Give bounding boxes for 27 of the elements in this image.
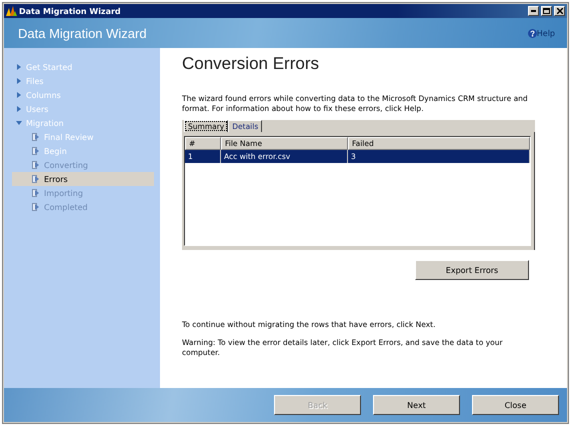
app-logo-icon: [6, 6, 17, 16]
collapse-arrow-icon: [16, 92, 22, 98]
help-link[interactable]: Help: [536, 28, 555, 38]
minimize-icon: [531, 10, 536, 12]
wizard-title: Data Migration Wizard: [18, 26, 148, 40]
maximize-icon: [543, 8, 550, 14]
close-button[interactable]: [554, 6, 565, 16]
help-icon: [528, 28, 537, 38]
wizard-button[interactable]: Next: [373, 395, 460, 415]
maximize-button[interactable]: [541, 6, 552, 16]
collapse-arrow-icon: [16, 64, 22, 70]
step-icon: [32, 175, 40, 183]
collapse-arrow-icon: [16, 78, 22, 84]
wizard-button[interactable]: Close: [472, 395, 559, 415]
step-icon: [32, 161, 40, 169]
step-icon: [32, 189, 40, 197]
close-icon: [556, 8, 562, 14]
step-icon: [32, 203, 40, 211]
window-title: Data Migration Wizard: [19, 6, 122, 16]
export-errors-button[interactable]: Export Errors: [415, 260, 529, 280]
page-title: Conversion Errors: [182, 54, 320, 74]
sidebar-item[interactable]: Errors: [12, 172, 154, 186]
collapse-arrow-icon: [16, 106, 22, 112]
minimize-button[interactable]: [528, 6, 539, 16]
step-icon: [32, 147, 40, 155]
expand-arrow-icon: [16, 120, 22, 126]
step-icon: [32, 133, 40, 141]
